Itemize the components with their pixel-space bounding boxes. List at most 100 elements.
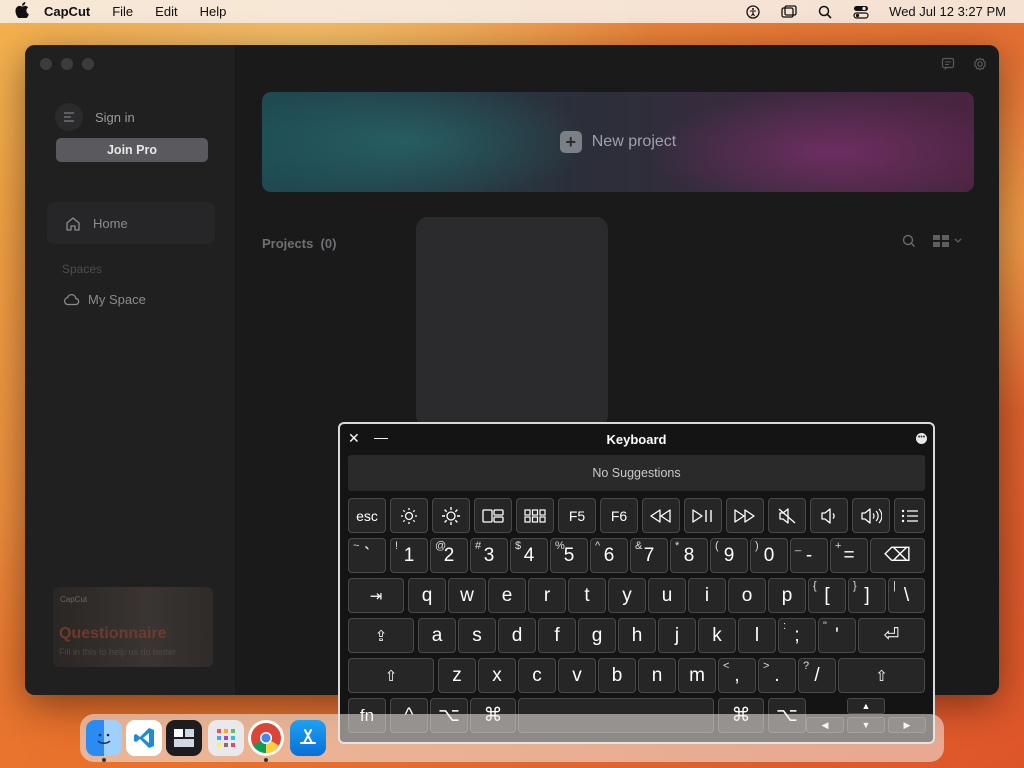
questionnaire-promo-card[interactable]: CapCut Questionnaire Fill in this to hel…	[53, 587, 213, 667]
key-s[interactable]: s	[458, 618, 496, 653]
key-b[interactable]: b	[598, 658, 636, 693]
menu-clock[interactable]: Wed Jul 12 3:27 PM	[889, 4, 1006, 19]
sidebar-item-home[interactable]: Home	[47, 202, 215, 244]
play-pause-icon[interactable]	[684, 498, 722, 533]
grid-view-icon[interactable]	[932, 234, 964, 248]
rewind-icon[interactable]	[642, 498, 680, 533]
brightness-up-icon[interactable]	[432, 498, 470, 533]
key-9[interactable]: (9	[710, 538, 748, 573]
key-6[interactable]: ^ 6	[590, 538, 628, 573]
key-esc[interactable]: esc	[348, 498, 386, 533]
key-arrow-up[interactable]: ▲	[847, 698, 885, 714]
key-period[interactable]: >.	[758, 658, 796, 693]
key-u[interactable]: u	[648, 578, 686, 613]
key-2[interactable]: @2	[430, 538, 468, 573]
key-quote[interactable]: " '	[818, 618, 856, 653]
tab-icon: ⇥	[369, 587, 383, 605]
new-project-banner[interactable]: + New project	[262, 92, 974, 192]
key-comma[interactable]: <,	[718, 658, 756, 693]
key-backslash[interactable]: | \	[888, 578, 925, 613]
list-icon[interactable]	[894, 498, 925, 533]
key-semicolon[interactable]: :;	[778, 618, 816, 653]
sidebar-item-my-space[interactable]: My Space	[63, 292, 146, 307]
key-g[interactable]: g	[578, 618, 616, 653]
key-3[interactable]: #3	[470, 538, 508, 573]
brightness-down-icon[interactable]	[390, 498, 428, 533]
key-slash[interactable]: ? /	[798, 658, 836, 693]
key-8[interactable]: * 8	[670, 538, 708, 573]
sign-in-button[interactable]: Sign in	[55, 103, 135, 131]
mission-control-icon[interactable]	[474, 498, 512, 533]
key-1[interactable]: ! 1	[390, 538, 428, 573]
key-right-shift[interactable]: ⇧	[838, 658, 925, 693]
key-5[interactable]: % 5	[550, 538, 588, 573]
key-e[interactable]: e	[488, 578, 526, 613]
spotlight-search-icon[interactable]	[817, 5, 833, 19]
key-caps-lock[interactable]: ⇪	[348, 618, 414, 653]
minimize-window-button[interactable]	[61, 58, 73, 70]
key-j[interactable]: j	[658, 618, 696, 653]
menu-app-name[interactable]: CapCut	[44, 4, 90, 19]
key-f5[interactable]: F5	[558, 498, 596, 533]
zoom-window-button[interactable]	[82, 58, 94, 70]
key-4[interactable]: $4	[510, 538, 548, 573]
more-options-icon[interactable]: •••	[916, 433, 927, 444]
join-pro-button[interactable]: Join Pro	[56, 138, 208, 162]
key-i[interactable]: i	[688, 578, 726, 613]
key-v[interactable]: v	[558, 658, 596, 693]
menu-file[interactable]: File	[112, 4, 133, 19]
key-d[interactable]: d	[498, 618, 536, 653]
key-t[interactable]: t	[568, 578, 606, 613]
menu-help[interactable]: Help	[200, 4, 227, 19]
vscode-icon[interactable]	[126, 720, 162, 756]
key-c[interactable]: c	[518, 658, 556, 693]
key-m[interactable]: m	[678, 658, 716, 693]
key-7[interactable]: & 7	[630, 538, 668, 573]
menu-edit[interactable]: Edit	[155, 4, 177, 19]
key-equals[interactable]: + =	[830, 538, 868, 573]
key-0[interactable]: ) 0	[750, 538, 788, 573]
key-f[interactable]: f	[538, 618, 576, 653]
key-tab[interactable]: ⇥	[348, 578, 404, 613]
feedback-icon[interactable]	[941, 57, 955, 71]
screen-mirroring-icon[interactable]	[781, 4, 797, 19]
control-center-icon[interactable]	[853, 5, 869, 19]
key-k[interactable]: k	[698, 618, 736, 653]
key-w[interactable]: w	[448, 578, 486, 613]
key-delete[interactable]: ⌫	[870, 538, 925, 573]
volume-up-icon[interactable]	[852, 498, 890, 533]
key-return[interactable]: ⏎	[858, 618, 925, 653]
key-n[interactable]: n	[638, 658, 676, 693]
key-l[interactable]: l	[738, 618, 776, 653]
mute-icon[interactable]	[768, 498, 806, 533]
launchpad-icon[interactable]	[516, 498, 554, 533]
key-f6[interactable]: F6	[600, 498, 638, 533]
key-x[interactable]: x	[478, 658, 516, 693]
close-window-button[interactable]	[40, 58, 52, 70]
app-store-icon[interactable]	[290, 720, 326, 756]
projects-toolbar	[902, 234, 964, 248]
key-z[interactable]: z	[438, 658, 476, 693]
launchpad-app-icon[interactable]	[208, 720, 244, 756]
key-left-shift[interactable]: ⇧	[348, 658, 434, 693]
key-left-bracket[interactable]: {[	[808, 578, 846, 613]
fast-forward-icon[interactable]	[726, 498, 764, 533]
volume-down-icon[interactable]	[810, 498, 848, 533]
mission-control-app-icon[interactable]	[166, 720, 202, 756]
key-backtick[interactable]: ~ `	[348, 538, 386, 573]
key-h[interactable]: h	[618, 618, 656, 653]
key-o[interactable]: o	[728, 578, 766, 613]
key-minus[interactable]: _ -	[790, 538, 828, 573]
key-p[interactable]: p	[768, 578, 806, 613]
accessibility-icon[interactable]	[745, 4, 761, 19]
finder-icon[interactable]	[86, 720, 122, 756]
apple-menu-icon[interactable]	[0, 1, 44, 22]
chrome-icon[interactable]	[248, 720, 284, 756]
key-a[interactable]: a	[418, 618, 456, 653]
key-r[interactable]: r	[528, 578, 566, 613]
key-y[interactable]: y	[608, 578, 646, 613]
key-q[interactable]: q	[408, 578, 446, 613]
settings-gear-icon[interactable]	[973, 57, 987, 71]
search-icon[interactable]	[902, 234, 916, 248]
key-right-bracket[interactable]: }]	[848, 578, 886, 613]
